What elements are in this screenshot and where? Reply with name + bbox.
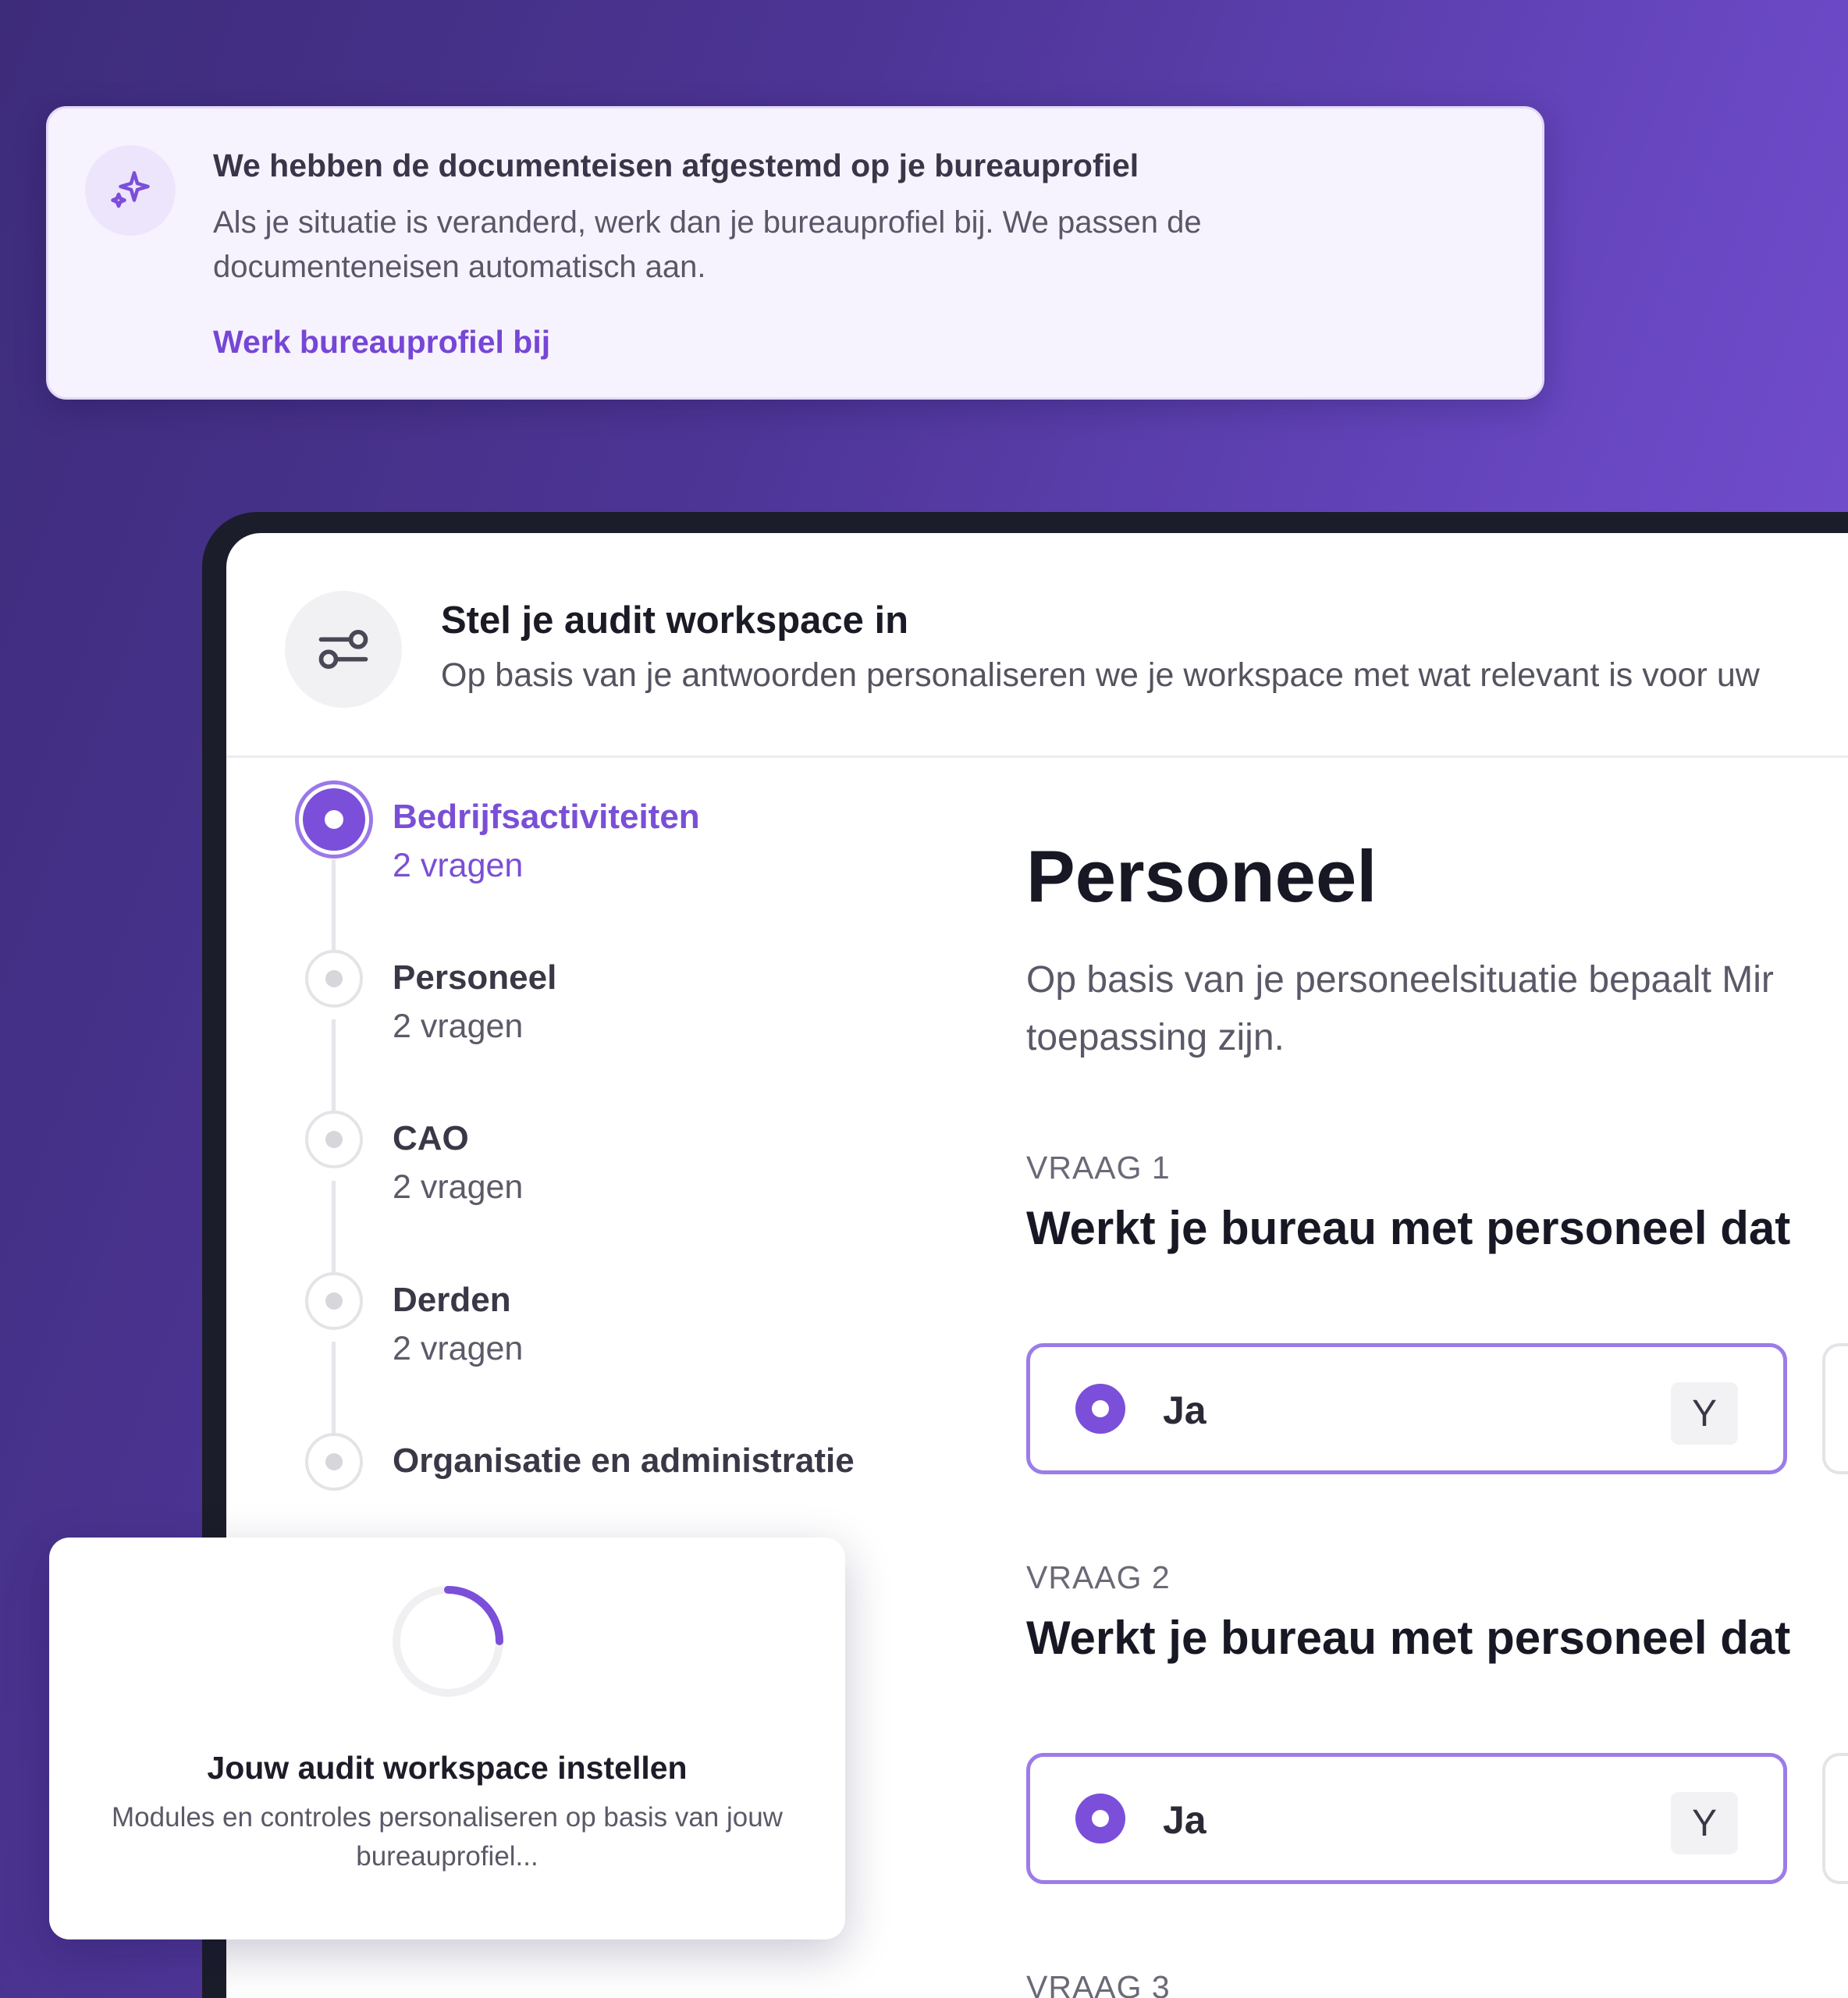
question-label: VRAAG 2: [1026, 1559, 1171, 1595]
step-title-organisatie[interactable]: Organisatie en administratie: [393, 1442, 855, 1481]
step-count: 2 vragen: [393, 1330, 524, 1367]
setup-subtitle: Op basis van je antwoorden personalisere…: [441, 656, 1760, 694]
option-yes[interactable]: Ja Y: [1026, 1753, 1787, 1884]
question-text: Werkt je bureau met personeel dat: [1026, 1202, 1791, 1254]
option-yes[interactable]: Ja Y: [1026, 1343, 1787, 1474]
question-label: VRAAG 1: [1026, 1150, 1171, 1186]
step-title-bedrijfsactiviteiten[interactable]: Bedrijfsactiviteiten: [393, 798, 700, 837]
step-count: 2 vragen: [393, 1008, 524, 1045]
loading-subtitle: Modules en controles personaliseren op b…: [112, 1802, 783, 1872]
option-label: Ja: [1163, 1388, 1207, 1432]
option-no[interactable]: [1822, 1343, 1848, 1474]
notice-title: We hebben de documenteisen afgestemd op …: [213, 148, 1139, 183]
section-title: Personeel: [1026, 835, 1377, 917]
step-indicator[interactable]: [305, 1433, 363, 1491]
section-description: Op basis van je personeelsituatie bepaal…: [1026, 959, 1774, 1058]
step-count: 2 vragen: [393, 1168, 524, 1206]
option-label: Ja: [1163, 1798, 1207, 1842]
profile-notice-card: We hebben de documenteisen afgestemd op …: [46, 106, 1544, 400]
step-indicator[interactable]: [305, 950, 363, 1008]
question-panel: Personeel Op basis van je personeelsitua…: [1026, 758, 1848, 1998]
keyboard-shortcut: Y: [1671, 1382, 1738, 1445]
step-indicator[interactable]: [305, 1272, 363, 1330]
question-text: Werkt je bureau met personeel dat: [1026, 1612, 1791, 1664]
step-indicator-active[interactable]: [295, 780, 373, 859]
loading-spinner-icon: [393, 1586, 503, 1697]
sparkles-icon: [85, 145, 176, 236]
setup-loading-card: Jouw audit workspace instellen Modules e…: [49, 1538, 845, 1939]
loading-title: Jouw audit workspace instellen: [207, 1750, 688, 1786]
setup-title: Stel je audit workspace in: [441, 599, 909, 642]
radio-selected-icon[interactable]: [1075, 1384, 1125, 1434]
step-title-cao[interactable]: CAO: [393, 1119, 469, 1158]
step-indicator[interactable]: [305, 1111, 363, 1168]
question-label: VRAAG 3: [1026, 1969, 1171, 1998]
option-no[interactable]: [1822, 1753, 1848, 1884]
radio-selected-icon[interactable]: [1075, 1794, 1125, 1843]
update-profile-link[interactable]: Werk bureauprofiel bij: [213, 324, 550, 361]
sliders-icon: [285, 591, 402, 708]
step-title-derden[interactable]: Derden: [393, 1281, 511, 1320]
step-title-personeel[interactable]: Personeel: [393, 958, 556, 997]
notice-body: Als je situatie is veranderd, werk dan j…: [213, 205, 1202, 284]
step-count: 2 vragen: [393, 847, 524, 884]
keyboard-shortcut: Y: [1671, 1792, 1738, 1854]
setup-header: Stel je audit workspace in Op basis van …: [226, 533, 1848, 758]
